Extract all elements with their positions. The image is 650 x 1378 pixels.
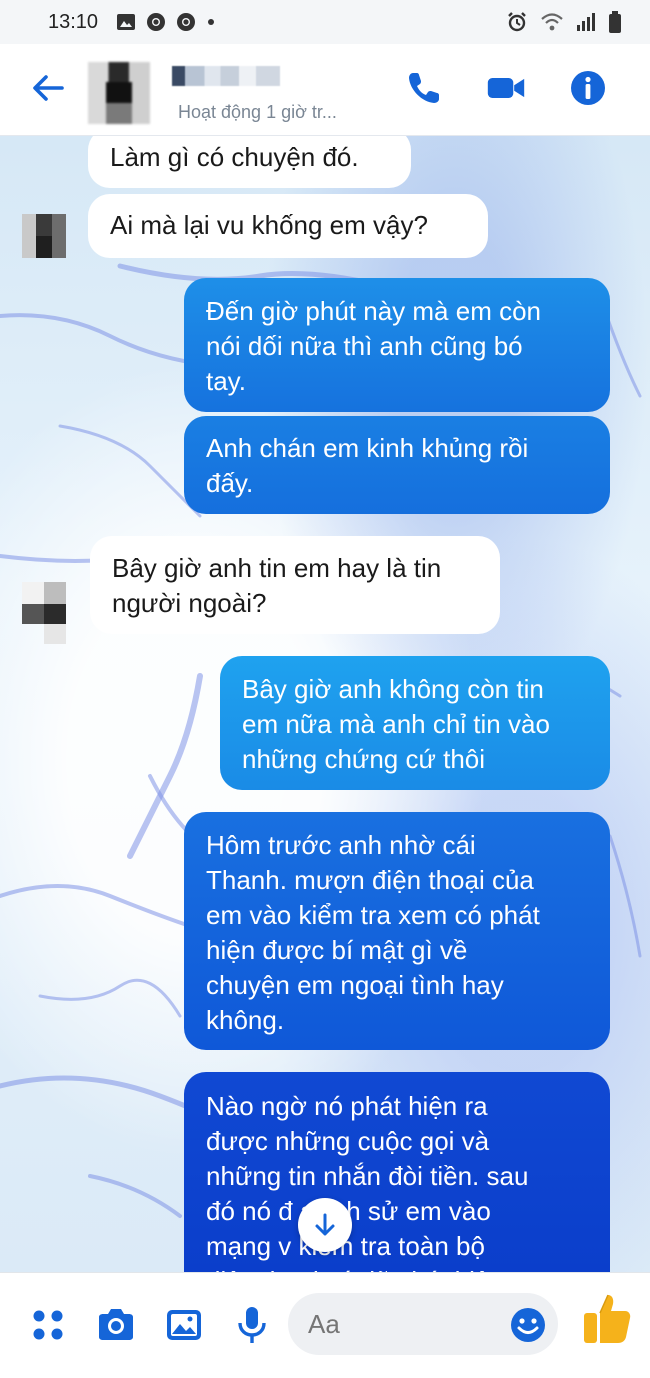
apps-icon[interactable] bbox=[26, 1303, 70, 1347]
active-status: Hoạt động 1 giờ tr... bbox=[178, 102, 337, 122]
wifi-icon bbox=[541, 13, 563, 31]
contact-name[interactable] bbox=[172, 66, 280, 86]
incoming-message[interactable]: Ai mà lại vu khống em vậy? bbox=[88, 194, 488, 258]
status-time: 13:10 bbox=[48, 10, 99, 33]
conversation-header: Hoạt động 1 giờ tr... bbox=[0, 44, 650, 136]
scroll-to-bottom-button[interactable] bbox=[298, 1198, 352, 1252]
camera-icon[interactable] bbox=[94, 1303, 138, 1347]
outgoing-message[interactable]: Hôm trước anh nhờ cái Thanh. mượn điện t… bbox=[184, 812, 610, 1050]
arrow-down-icon bbox=[315, 1213, 335, 1236]
info-icon[interactable] bbox=[568, 68, 608, 108]
outgoing-message[interactable]: Bây giờ anh không còn tin em nữa mà anh … bbox=[220, 656, 610, 790]
image-icon bbox=[117, 14, 136, 30]
message-composer bbox=[0, 1272, 650, 1378]
signal-icon bbox=[577, 13, 595, 31]
alarm-icon bbox=[508, 12, 526, 32]
message-thread[interactable]: Làm gì có chuyện đó. Ai mà lại vu khống … bbox=[0, 136, 650, 1272]
notification-icons bbox=[116, 12, 216, 32]
battery-icon bbox=[609, 11, 621, 33]
phone-call-icon[interactable] bbox=[404, 68, 444, 108]
gallery-icon[interactable] bbox=[162, 1303, 206, 1347]
dot-icon bbox=[208, 19, 215, 25]
video-call-icon[interactable] bbox=[486, 68, 526, 108]
status-bar: 13:10 bbox=[0, 0, 650, 44]
sender-avatar bbox=[22, 214, 66, 258]
chrome-icon bbox=[177, 13, 196, 31]
sender-avatar bbox=[22, 582, 66, 646]
microphone-icon[interactable] bbox=[230, 1303, 274, 1347]
outgoing-message[interactable]: Nào ngờ nó phát hiện ra được những cuộc … bbox=[184, 1072, 610, 1272]
emoji-icon[interactable] bbox=[508, 1305, 548, 1345]
thumbs-up-icon[interactable] bbox=[580, 1291, 632, 1347]
contact-avatar[interactable] bbox=[88, 62, 150, 124]
incoming-message[interactable]: Bây giờ anh tin em hay là tin người ngoà… bbox=[90, 536, 500, 634]
outgoing-message[interactable]: Anh chán em kinh khủng rồi đấy. bbox=[184, 416, 610, 514]
back-arrow-icon[interactable] bbox=[28, 68, 68, 108]
outgoing-message[interactable]: Đến giờ phút này mà em còn nói dối nữa t… bbox=[184, 278, 610, 412]
system-icons bbox=[506, 11, 622, 33]
chrome-icon bbox=[147, 13, 166, 31]
incoming-message[interactable]: Làm gì có chuyện đó. bbox=[88, 136, 411, 188]
